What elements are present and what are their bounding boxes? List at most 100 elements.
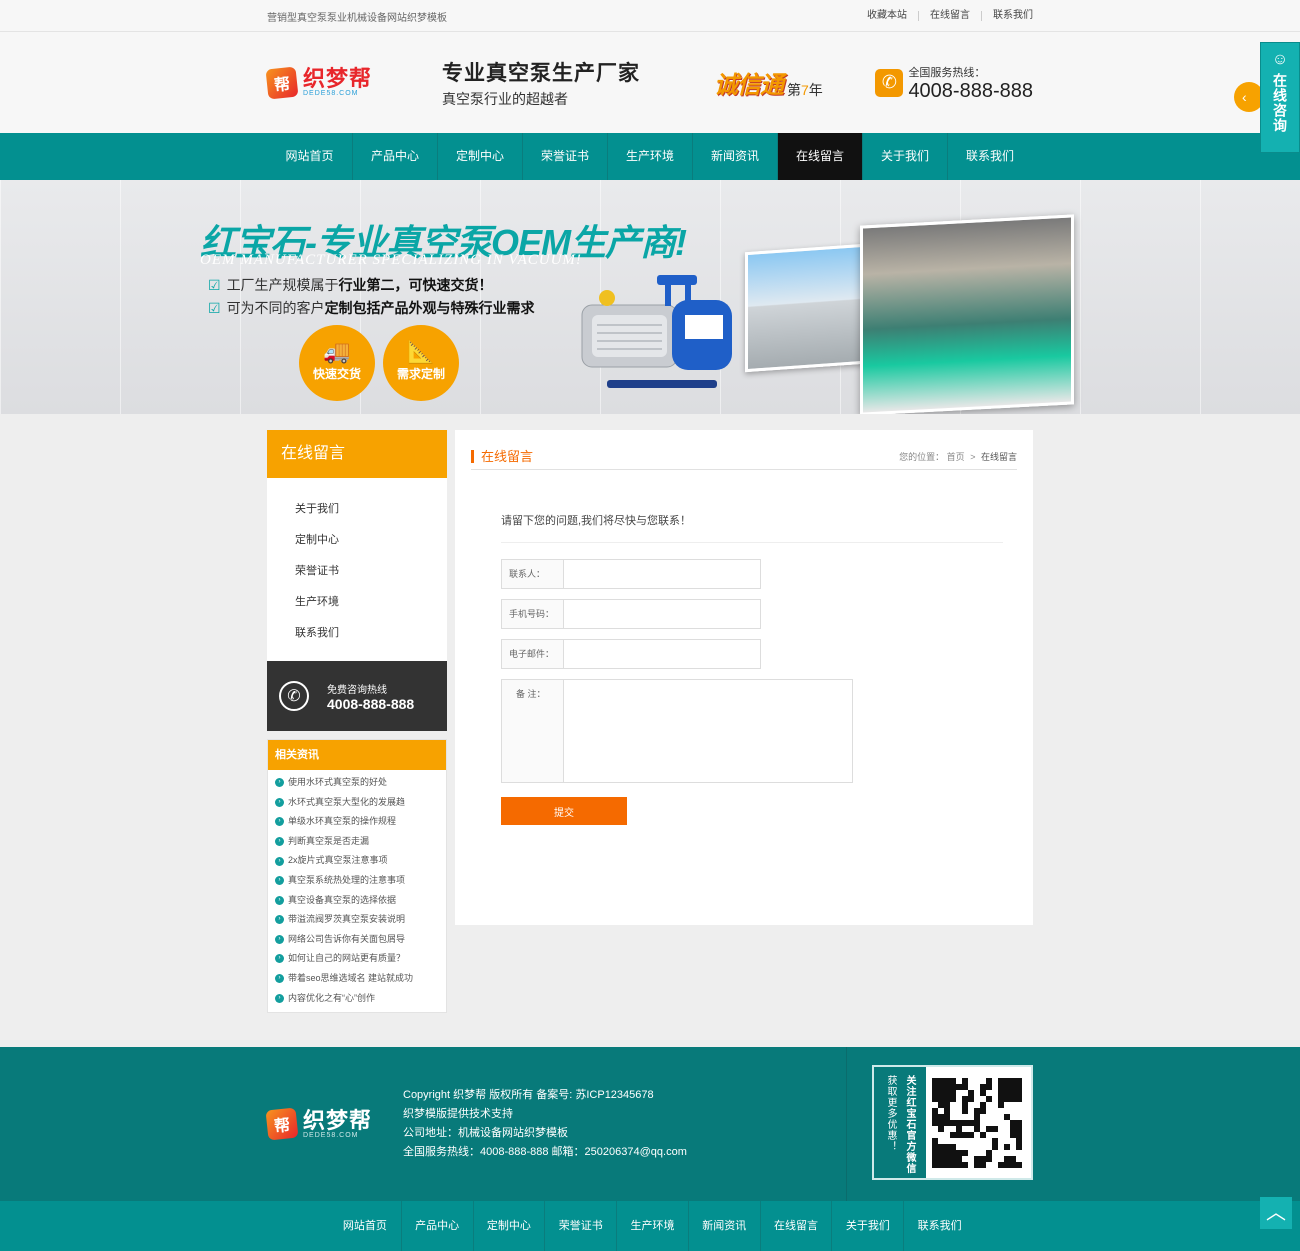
sidebar-item-contact[interactable]: 联系我们 [267, 618, 447, 649]
nav-about[interactable]: 关于我们 [862, 133, 947, 180]
nav-news[interactable]: 新闻资讯 [692, 133, 777, 180]
phone-icon: ✆ [279, 681, 309, 711]
footer: 帮 织梦帮 DEDE58.COM Copyright 织梦帮 版权所有 备案号:… [0, 1047, 1300, 1201]
bullet-icon: › [275, 934, 284, 944]
check-icon: ☑ [208, 300, 221, 316]
footer-nav-products[interactable]: 产品中心 [400, 1201, 473, 1251]
footer-nav: 网站首页 产品中心 定制中心 荣誉证书 生产环境 新闻资讯 在线留言 关于我们 … [0, 1201, 1300, 1251]
check-icon: ☑ [208, 277, 221, 293]
contact-input[interactable] [564, 560, 760, 588]
chevron-up-icon: ︿ [1266, 1202, 1286, 1224]
news-item[interactable]: › 单级水环真空泵的操作规程 [268, 812, 446, 832]
sidebar-hotline-label: 免费咨询热线 [327, 684, 387, 696]
sidebar-heading: 在线留言 [267, 430, 447, 478]
footer-nav-production[interactable]: 生产环境 [616, 1201, 688, 1251]
footer-nav-about[interactable]: 关于我们 [831, 1201, 903, 1251]
nav-contact[interactable]: 联系我们 [947, 133, 1032, 180]
mobile-input[interactable] [564, 600, 760, 628]
contact-label: 联系人： [502, 560, 564, 588]
header-hotline: ✆ 全国服务热线： 4008-888-888 [875, 64, 1033, 102]
nav-products[interactable]: 产品中心 [352, 133, 437, 180]
related-news-heading: 相关资讯 [268, 740, 446, 770]
bullet-icon: › [275, 915, 284, 925]
ruler-icon: 📐 [407, 339, 435, 364]
back-to-top-button[interactable]: ︿ [1260, 1197, 1292, 1229]
logo-domain: DEDE58.COM [303, 90, 359, 97]
sidebar-item-custom[interactable]: 定制中心 [267, 525, 447, 556]
qr-code [932, 1077, 1022, 1168]
bullet-icon: › [275, 993, 284, 1003]
sidebar-item-honors[interactable]: 荣誉证书 [267, 556, 447, 587]
news-item[interactable]: › 内容优化之有“心”创作 [268, 989, 446, 1009]
phone-icon: ✆ [875, 68, 904, 97]
workshop-photo [860, 214, 1074, 414]
bullet-icon: › [275, 876, 284, 886]
email-label: 电子邮件： [502, 640, 564, 668]
breadcrumb-home[interactable]: 首页 [947, 452, 965, 462]
footer-logo-domain: DEDE58.COM [303, 1131, 359, 1139]
contact-link[interactable]: 联系我们 [981, 11, 1033, 21]
form-intro: 请留下您的问题,我们将尽快与您联系！ [501, 512, 1003, 543]
breadcrumb: 您的位置： 首页 > 在线留言 [899, 450, 1017, 463]
news-item[interactable]: › 真空设备真空泵的选择依据 [268, 891, 446, 911]
sidebar-hotline-number: 4008-888-888 [327, 695, 415, 712]
header-tagline: 专业真空泵生产厂家 真空泵行业的超越者 [442, 57, 714, 109]
headset-icon: ☺ [1271, 51, 1289, 68]
online-consult-button[interactable]: ☺ 在线咨询 [1260, 42, 1300, 153]
footer-info: Copyright 织梦帮 版权所有 备案号: 苏ICP12345678 织梦模… [403, 1086, 687, 1162]
footer-support: 织梦模版提供技术支持 [403, 1108, 513, 1120]
logo-mark: 帮 [265, 66, 299, 99]
page-title: 在线留言 [471, 450, 533, 463]
wechat-qr-block: 获取更多优惠！ 关注红宝石官方微信 [872, 1065, 1033, 1180]
news-item[interactable]: › 判断真空泵是否走漏 [268, 832, 446, 852]
news-item[interactable]: › 使用水环式真空泵的好处 [268, 773, 446, 793]
news-item[interactable]: › 带溢流阀罗茨真空泵安装说明 [268, 910, 446, 930]
news-item[interactable]: › 水环式真空泵大型化的发展趋 [268, 793, 446, 813]
note-textarea[interactable] [564, 680, 852, 782]
bullet-icon: › [275, 895, 284, 905]
site-logo[interactable]: 帮 织梦帮 DEDE58.COM [265, 66, 442, 99]
bookmark-link[interactable]: 收藏本站 [856, 11, 918, 21]
footer-nav-message[interactable]: 在线留言 [759, 1201, 832, 1251]
mobile-label: 手机号码： [502, 600, 564, 628]
nav-production[interactable]: 生产环境 [607, 133, 692, 180]
footer-nav-news[interactable]: 新闻资讯 [687, 1201, 760, 1251]
footer-nav-honors[interactable]: 荣誉证书 [544, 1201, 616, 1251]
truck-icon: 🚚 [323, 339, 351, 364]
news-item[interactable]: › 2x旋片式真空泵注意事项 [268, 851, 446, 871]
bullet-icon: › [275, 836, 284, 846]
banner-point-1: ☑ 工厂生产规模属于行业第二，可快速交货！ [208, 277, 493, 293]
submit-button[interactable]: 提交 [501, 797, 627, 825]
nav-home[interactable]: 网站首页 [267, 133, 352, 180]
nav-honors[interactable]: 荣誉证书 [522, 133, 607, 180]
qr-caption: 获取更多优惠！ 关注红宝石官方微信 [874, 1067, 926, 1178]
footer-copyright: Copyright 织梦帮 版权所有 备案号: 苏ICP12345678 [403, 1089, 654, 1101]
hotline-number: 4008-888-888 [908, 79, 1033, 102]
bullet-icon: › [275, 797, 284, 807]
contact-row: 联系人： [501, 559, 761, 589]
email-input[interactable] [564, 640, 760, 668]
news-item[interactable]: › 网络公司告诉你有关面包屑导 [268, 930, 446, 950]
banner-point-2: ☑ 可为不同的客户定制包括产品外观与特殊行业需求 [208, 300, 535, 316]
header-subtitle: 真空泵行业的超越者 [442, 90, 568, 107]
topbar-links: 收藏本站 在线留言 联系我们 [856, 11, 1033, 21]
header-title: 专业真空泵生产厂家 [442, 61, 640, 85]
sidebar-menu: 关于我们 定制中心 荣誉证书 生产环境 联系我们 [267, 478, 447, 661]
nav-message[interactable]: 在线留言 [777, 133, 862, 180]
sidebar-item-production[interactable]: 生产环境 [267, 587, 447, 618]
footer-nav-contact[interactable]: 联系我们 [903, 1201, 975, 1251]
main-area: 在线留言 关于我们 定制中心 荣誉证书 生产环境 联系我们 ✆ 免费咨询热线 4… [267, 430, 1033, 1014]
sidebar-item-about[interactable]: 关于我们 [267, 494, 447, 525]
cxt-logo: 诚信通 [714, 72, 784, 99]
footer-nav-home[interactable]: 网站首页 [329, 1201, 401, 1251]
news-item[interactable]: › 带着seo思维选域名 建站就成功 [268, 969, 446, 989]
footer-nav-custom[interactable]: 定制中心 [472, 1201, 545, 1251]
footer-address: 公司地址：机械设备网站织梦模板 [403, 1127, 568, 1139]
message-link[interactable]: 在线留言 [918, 11, 981, 21]
news-item[interactable]: › 如何让自己的网站更有质量？ [268, 949, 446, 969]
header: 帮 织梦帮 DEDE58.COM 专业真空泵生产厂家 真空泵行业的超越者 诚信通… [0, 32, 1300, 133]
nav-custom[interactable]: 定制中心 [437, 133, 522, 180]
consult-label: 在线咨询 [1272, 73, 1288, 133]
news-item[interactable]: › 真空泵系统热处理的注意事项 [268, 871, 446, 891]
breadcrumb-current[interactable]: 在线留言 [981, 452, 1017, 462]
